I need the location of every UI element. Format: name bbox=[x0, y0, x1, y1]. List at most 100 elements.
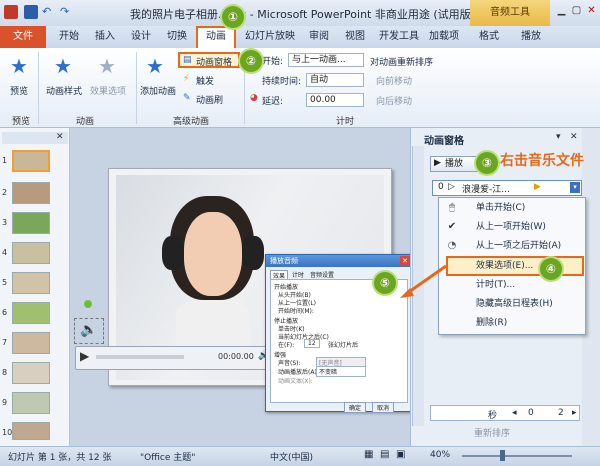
add-anim-star-icon[interactable]: ★ bbox=[146, 54, 164, 78]
callout-5: ⑤ bbox=[374, 272, 396, 294]
tab-slideshow[interactable]: 幻灯片放映 bbox=[240, 26, 300, 48]
rotate-handle-icon[interactable] bbox=[84, 300, 92, 308]
audio-time: 00:00.00 bbox=[218, 352, 254, 361]
view-reading-icon[interactable]: ▣ bbox=[396, 449, 405, 460]
panel-close-icon[interactable]: ✕ bbox=[56, 132, 64, 142]
menu-item-hide-timeline[interactable]: 隐藏高级日程表(H) bbox=[440, 295, 584, 314]
group-label-timing: 计时 bbox=[335, 117, 354, 127]
anim-style-star-icon[interactable]: ★ bbox=[54, 54, 72, 78]
slide-thumb[interactable] bbox=[12, 422, 50, 440]
stop-count-field[interactable]: 12 bbox=[304, 339, 320, 348]
tab-transitions[interactable]: 切换 bbox=[160, 26, 194, 48]
callout-4: ④ bbox=[540, 258, 562, 280]
slide-thumb[interactable] bbox=[12, 362, 50, 384]
slide-thumb[interactable] bbox=[12, 332, 50, 354]
zoom-level[interactable]: 40% bbox=[430, 450, 450, 460]
view-normal-icon[interactable]: ▦ bbox=[364, 449, 373, 460]
menu-item-start-on-click[interactable]: 单击开始(C) bbox=[440, 199, 584, 218]
maximize-icon[interactable]: ▢ bbox=[569, 4, 584, 18]
move-later-button[interactable]: 向后移动 bbox=[376, 94, 412, 107]
group-label-advanced: 高级动画 bbox=[172, 117, 209, 127]
tab-insert[interactable]: 插入 bbox=[88, 26, 122, 48]
tab-review[interactable]: 审阅 bbox=[302, 26, 336, 48]
tab-design[interactable]: 设计 bbox=[124, 26, 158, 48]
delay-field[interactable]: 00.00 bbox=[306, 93, 364, 107]
anim-painter-button[interactable]: 动画刷 bbox=[196, 93, 223, 106]
group-label-animation: 动画 bbox=[75, 117, 94, 127]
ok-button[interactable]: 确定 bbox=[344, 402, 367, 413]
anim-item-play-icon: ▷ bbox=[448, 182, 455, 192]
speaker-icon[interactable]: 🔈 bbox=[80, 322, 97, 338]
slide-thumb[interactable] bbox=[12, 212, 50, 234]
status-slide-info: 幻灯片 第 1 张，共 12 张 bbox=[8, 453, 112, 463]
enh-after-select[interactable]: 不变暗 bbox=[316, 366, 366, 377]
window-title: 我的照片电子相册.pptx - Microsoft PowerPoint 非商业… bbox=[130, 8, 475, 21]
start-combo[interactable]: 与上一动画... bbox=[288, 53, 364, 67]
audio-progress-bar[interactable] bbox=[96, 355, 184, 359]
tab-view[interactable]: 视图 bbox=[338, 26, 372, 48]
timeline-seconds[interactable]: 秒 bbox=[488, 408, 497, 421]
slide-thumb[interactable] bbox=[12, 150, 50, 172]
enh-text-label: 动画文本(X): bbox=[278, 378, 313, 385]
slide-thumb[interactable] bbox=[12, 272, 50, 294]
timeline-next-icon[interactable]: ▸ bbox=[572, 408, 577, 418]
slide-number: 10 bbox=[2, 428, 13, 437]
anim-item-number: 0 bbox=[438, 182, 444, 192]
menu-item-effect-options[interactable]: 效果选项(E)... bbox=[440, 257, 584, 276]
duration-combo[interactable]: 自动 bbox=[306, 73, 364, 87]
app-icon[interactable] bbox=[4, 5, 18, 19]
effect-options-button[interactable]: 效果选项 bbox=[90, 84, 126, 97]
callout-3: ③ bbox=[476, 152, 498, 174]
pane-close-icon[interactable]: ✕ bbox=[570, 132, 578, 142]
slide-number: 9 bbox=[2, 398, 8, 407]
tab-playback[interactable]: 播放 bbox=[512, 26, 550, 48]
dialog-tab-audio[interactable]: 音频设置 bbox=[310, 270, 334, 279]
anim-pane-button[interactable]: 动画窗格 bbox=[196, 55, 232, 68]
slide-thumb[interactable] bbox=[12, 242, 50, 264]
arrow-annotation bbox=[400, 264, 447, 298]
zoom-slider-thumb[interactable] bbox=[500, 450, 505, 461]
audio-tools-context: 音频工具 bbox=[470, 0, 550, 26]
slide-thumb[interactable] bbox=[12, 182, 50, 204]
tab-format[interactable]: 格式 bbox=[470, 26, 508, 48]
add-anim-button[interactable]: 添加动画 bbox=[140, 84, 176, 97]
menu-item-timing[interactable]: 计时(T)... bbox=[440, 276, 584, 295]
anim-style-button[interactable]: 动画样式 bbox=[46, 84, 82, 97]
photo-headphone-left bbox=[162, 236, 184, 270]
preview-star-icon[interactable]: ★ bbox=[10, 54, 28, 78]
slide-number: 8 bbox=[2, 368, 8, 377]
anim-item-dropdown-icon[interactable]: ▾ bbox=[570, 182, 580, 193]
menu-item-after-previous[interactable]: 从上一项之后开始(A) bbox=[440, 237, 584, 256]
tab-developer[interactable]: 开发工具 bbox=[376, 26, 422, 48]
play-icon[interactable]: ▶ bbox=[80, 349, 89, 363]
dialog-title: 播放音频 bbox=[266, 255, 412, 267]
dialog-tab-timing[interactable]: 计时 bbox=[292, 270, 304, 279]
tab-home[interactable]: 开始 bbox=[52, 26, 86, 48]
trigger-button[interactable]: 触发 bbox=[196, 74, 214, 87]
undo-icon[interactable]: ↶ bbox=[42, 5, 56, 19]
minimize-icon[interactable]: ▁ bbox=[554, 4, 569, 18]
move-earlier-button[interactable]: 向前移动 bbox=[376, 74, 412, 87]
redo-icon[interactable]: ↷ bbox=[60, 5, 74, 19]
menu-item-delete[interactable]: 删除(R) bbox=[440, 314, 584, 333]
pane-dropdown-icon[interactable]: ▾ bbox=[556, 132, 561, 142]
tab-addins[interactable]: 加载项 bbox=[424, 26, 464, 48]
opt-start-time[interactable]: 开始时间(M): bbox=[278, 306, 314, 315]
preview-button[interactable]: 预览 bbox=[10, 84, 28, 97]
save-icon[interactable] bbox=[24, 5, 38, 19]
enh-sound-label: 声音(S): bbox=[278, 360, 301, 367]
status-language[interactable]: 中文(中国) bbox=[270, 450, 313, 463]
cancel-button[interactable]: 取消 bbox=[372, 402, 395, 413]
timeline-prev-icon[interactable]: ◂ bbox=[512, 408, 517, 418]
opt-stop-after-n[interactable]: 在(F): bbox=[278, 340, 294, 349]
close-icon[interactable]: ✕ bbox=[584, 4, 599, 18]
slide-thumb[interactable] bbox=[12, 302, 50, 324]
view-sorter-icon[interactable]: ▤ bbox=[380, 449, 389, 460]
tab-animations[interactable]: 动画 bbox=[196, 26, 236, 48]
tab-file[interactable]: 文件 bbox=[0, 26, 46, 48]
timeline-start-value: 0 bbox=[528, 408, 534, 418]
stop-unit: 张幻灯片后 bbox=[328, 342, 359, 349]
slide-thumb[interactable] bbox=[12, 392, 50, 414]
menu-item-with-previous[interactable]: 从上一项开始(W) bbox=[440, 218, 584, 237]
zoom-slider[interactable] bbox=[462, 455, 572, 457]
